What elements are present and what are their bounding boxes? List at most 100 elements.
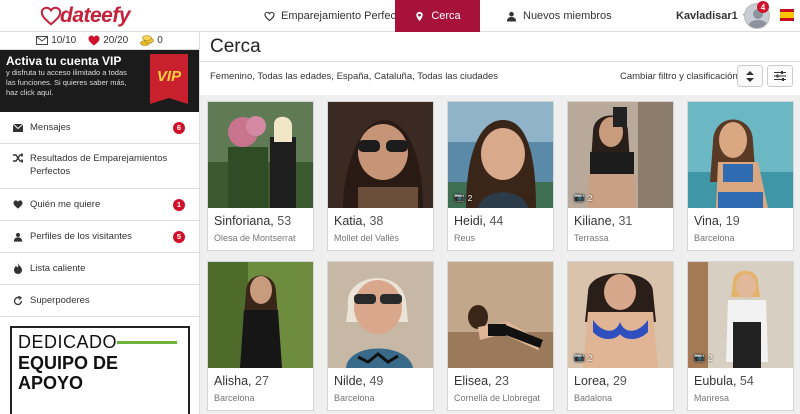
profile-card[interactable]: Alisha, 27 Barcelona	[207, 261, 314, 411]
profile-photo[interactable]: 📷 2	[568, 262, 673, 368]
profile-city: Badalona	[574, 393, 613, 403]
filter-button[interactable]	[767, 65, 793, 87]
shuffle-icon	[12, 152, 24, 164]
profile-name-age: Heidi, 44	[454, 214, 504, 228]
notification-badge[interactable]: 4	[757, 1, 769, 13]
profile-name-age: Alisha, 27	[214, 374, 269, 388]
profile-name: Vina	[694, 214, 719, 228]
profile-name-age: Lorea, 29	[574, 374, 627, 388]
profile-name: Heidi	[454, 214, 483, 228]
profile-photo[interactable]	[208, 262, 313, 368]
likes-counter[interactable]: 20/20	[88, 35, 128, 46]
sidebar-item-perfect-matches[interactable]: Resultados de Emparejamientos Perfectos	[0, 144, 199, 189]
username: Kavladisar1	[676, 10, 738, 22]
sidebar-item-messages[interactable]: Mensajes 6	[0, 112, 199, 144]
camera-icon: 📷	[454, 192, 465, 202]
profile-card[interactable]: 📷 2 Kiliane, 31 Terrassa	[567, 101, 674, 251]
main-content: Cerca Femenino, Todas las edades, España…	[200, 32, 800, 414]
profile-card[interactable]: 📷 2 Heidi, 44 Reus	[447, 101, 554, 251]
profile-city: Mollet del Vallès	[334, 233, 399, 243]
profile-card[interactable]: 📷 2 Eubula, 54 Manresa	[687, 261, 794, 411]
nav-perfect-match-label: Emparejamiento Perfecto	[281, 10, 406, 22]
nav-new-members[interactable]: Nuevos miembros	[492, 0, 626, 32]
photo-count: 📷 2	[694, 352, 712, 363]
likes-counter-value: 20/20	[103, 35, 129, 46]
profile-city: Terrassa	[574, 233, 609, 243]
profile-card[interactable]: Elisea, 23 Cornellà de Llobregat	[447, 261, 554, 411]
profile-photo[interactable]	[208, 102, 313, 208]
refresh-icon	[12, 295, 24, 307]
camera-icon: 📷	[694, 352, 705, 362]
profile-photo[interactable]: 📷 2	[568, 102, 673, 208]
divider	[200, 61, 800, 62]
likes-badge: 1	[173, 198, 185, 211]
nav-nearby-label: Cerca	[431, 10, 461, 22]
sidebar-item-hot-list[interactable]: Lista caliente	[0, 253, 199, 285]
spain-flag-icon[interactable]	[780, 9, 794, 21]
coins-counter-value: 0	[157, 35, 163, 46]
flame-icon	[12, 263, 24, 275]
visitors-badge: 5	[173, 230, 185, 243]
profile-photo[interactable]: 📷 2	[688, 262, 793, 368]
sidebar-item-who-likes-me[interactable]: Quién me quiere 1	[0, 189, 199, 221]
page-title: Cerca	[210, 36, 261, 57]
messages-counter[interactable]: 10/10	[36, 35, 76, 46]
profile-age: 49	[369, 374, 384, 388]
profile-photo[interactable]: 📷 2	[448, 102, 553, 208]
nav-nearby[interactable]: Cerca	[395, 0, 480, 32]
profile-city: Cornellà de Llobregat	[454, 393, 541, 403]
envelope-icon	[12, 122, 24, 134]
profile-name-age: Eubula, 54	[694, 374, 754, 388]
coins-icon	[140, 35, 155, 46]
counters-bar: 10/10 20/20 0	[0, 32, 199, 50]
heart-outline-icon	[264, 11, 275, 21]
photo-count-value: 2	[467, 192, 473, 203]
photo-count-value: 2	[587, 192, 593, 203]
sort-button[interactable]	[737, 65, 763, 87]
sidebar-item-label: Mensajes	[30, 122, 71, 133]
profile-card[interactable]: Nilde, 49 Barcelona	[327, 261, 434, 411]
vip-banner[interactable]: Activa tu cuenta VIP y disfruta tu acces…	[0, 50, 199, 112]
profile-card[interactable]: Sinforiana, 53 Olesa de Montserrat	[207, 101, 314, 251]
camera-icon: 📷	[574, 192, 585, 202]
profile-name: Elisea	[454, 374, 489, 388]
heart-icon	[88, 35, 100, 46]
filter-sort-label: Cambiar filtro y clasificación:	[620, 71, 741, 82]
vip-badge: VIP	[150, 54, 188, 104]
sidebar-item-visitors[interactable]: Perfiles de los visitantes 5	[0, 221, 199, 253]
profile-photo[interactable]	[328, 262, 433, 368]
profile-age: 53	[277, 214, 292, 228]
map-pin-icon	[416, 11, 424, 21]
nav-new-members-label: Nuevos miembros	[523, 10, 612, 22]
profile-name: Alisha	[214, 374, 249, 388]
profile-photo[interactable]	[688, 102, 793, 208]
photo-count: 📷 2	[574, 192, 592, 203]
coins-counter[interactable]: 0	[140, 35, 163, 46]
profile-photo[interactable]	[328, 102, 433, 208]
nav-perfect-match[interactable]: Emparejamiento Perfecto	[250, 0, 419, 32]
profile-photo[interactable]	[448, 262, 553, 368]
sidebar-item-superpowers[interactable]: Superpoderes	[0, 285, 199, 317]
sidebar-item-label: Superpoderes	[30, 295, 90, 306]
active-filters: Femenino, Todas las edades, España, Cata…	[210, 71, 499, 82]
ad-accent-bar	[117, 341, 177, 344]
profile-name: Katia	[334, 214, 363, 228]
profile-age: 31	[618, 214, 633, 228]
profile-card[interactable]: Vina, 19 Barcelona	[687, 101, 794, 251]
top-bar: dateefy Emparejamiento Perfecto Cerca Nu…	[0, 0, 800, 32]
profile-card[interactable]: Katia, 38 Mollet del Vallès	[327, 101, 434, 251]
profile-age: 23	[495, 374, 509, 388]
profile-name: Sinforiana	[214, 214, 271, 228]
messages-badge: 6	[173, 121, 185, 134]
profile-card[interactable]: 📷 2 Lorea, 29 Badalona	[567, 261, 674, 411]
profile-name-age: Sinforiana, 53	[214, 214, 292, 228]
vip-text: y disfruta tu acceso ilimitado a todas l…	[6, 68, 127, 97]
main-nav-3: Nuevos miembros	[492, 0, 626, 32]
support-ad-banner[interactable]: DEDICADO EQUIPO DE APOYO	[10, 326, 190, 414]
profile-name-age: Vina, 19	[694, 214, 740, 228]
logo[interactable]: dateefy	[40, 3, 131, 29]
sidebar: 10/10 20/20 0 Activa tu cuenta VIP y dis…	[0, 32, 200, 414]
sidebar-item-label: Lista caliente	[30, 263, 86, 274]
user-menu[interactable]: Kavladisar1 ▼	[676, 0, 749, 32]
ad-line-3: APOYO	[18, 373, 84, 393]
